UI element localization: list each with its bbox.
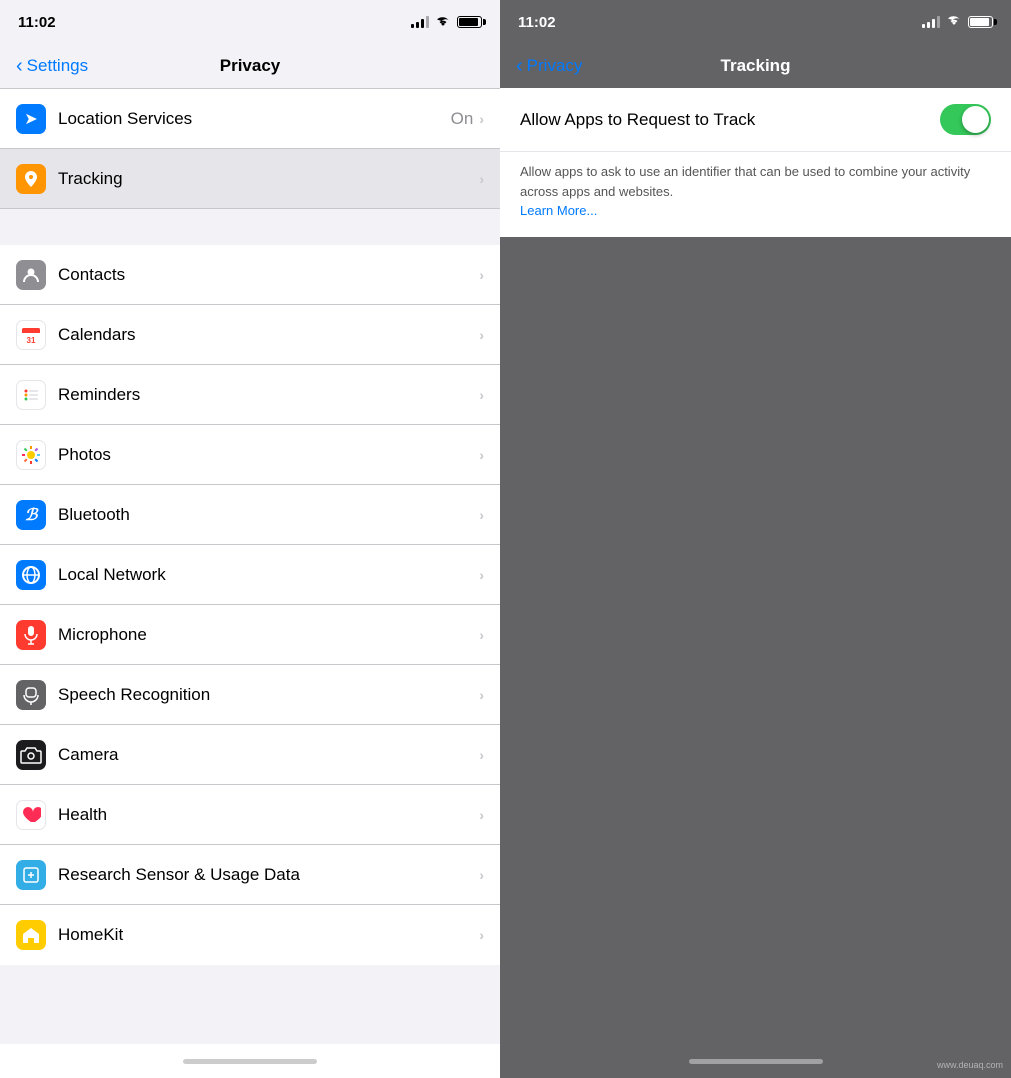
health-chevron: › (479, 807, 484, 823)
research-sensor-icon (16, 860, 46, 890)
right-signal-icon (922, 16, 940, 28)
health-icon (16, 800, 46, 830)
location-services-value: On (451, 109, 474, 129)
right-home-indicator (689, 1059, 823, 1064)
tracking-icon (16, 164, 46, 194)
bluetooth-icon: ℬ (16, 500, 46, 530)
contacts-label: Contacts (58, 265, 479, 285)
row-health[interactable]: Health › (0, 785, 500, 845)
settings-list[interactable]: ➤ Location Services On › Tracking › Cont… (0, 89, 500, 1044)
left-home-indicator-bar (0, 1044, 500, 1078)
learn-more-link[interactable]: Learn More... (520, 203, 597, 218)
right-panel: 11:02 ‹ Privacy Tracking Allow Apps t (500, 0, 1011, 1078)
right-nav-title: Tracking (721, 56, 791, 76)
left-home-indicator (183, 1059, 317, 1064)
svg-text:31: 31 (27, 336, 36, 345)
photos-label: Photos (58, 445, 479, 465)
row-local-network[interactable]: Local Network › (0, 545, 500, 605)
reminders-label: Reminders (58, 385, 479, 405)
wifi-icon (435, 15, 451, 30)
location-services-icon: ➤ (16, 104, 46, 134)
bluetooth-chevron: › (479, 507, 484, 523)
right-back-label: Privacy (527, 56, 583, 76)
calendars-icon: 31 (16, 320, 46, 350)
reminders-icon (16, 380, 46, 410)
allow-apps-toggle[interactable] (940, 104, 991, 135)
battery-icon (457, 16, 482, 28)
left-status-bar: 11:02 (0, 0, 500, 44)
speech-recognition-label: Speech Recognition (58, 685, 479, 705)
tracking-description: Allow apps to ask to use an identifier t… (500, 151, 1011, 237)
right-back-button[interactable]: ‹ Privacy (516, 56, 582, 76)
left-back-button[interactable]: ‹ Settings (16, 56, 88, 76)
right-home-indicator-bar (500, 1044, 1011, 1078)
section-gap-1 (0, 209, 500, 245)
photos-icon (16, 440, 46, 470)
right-wifi-icon (946, 13, 962, 31)
right-status-icons (922, 13, 993, 31)
microphone-chevron: › (479, 627, 484, 643)
camera-label: Camera (58, 745, 479, 765)
row-photos[interactable]: Photos › (0, 425, 500, 485)
tracking-card: Allow Apps to Request to Track Allow app… (500, 88, 1011, 237)
row-microphone[interactable]: Microphone › (0, 605, 500, 665)
contacts-icon (16, 260, 46, 290)
row-location-services[interactable]: ➤ Location Services On › (0, 89, 500, 149)
tracking-desc-text: Allow apps to ask to use an identifier t… (520, 164, 970, 199)
row-tracking[interactable]: Tracking › (0, 149, 500, 209)
speech-recognition-chevron: › (479, 687, 484, 703)
tracking-label: Tracking (58, 169, 479, 189)
allow-apps-label: Allow Apps to Request to Track (520, 110, 940, 130)
bluetooth-label: Bluetooth (58, 505, 479, 525)
left-nav-title: Privacy (220, 56, 281, 76)
location-services-chevron: › (479, 111, 484, 127)
homekit-icon (16, 920, 46, 950)
photos-chevron: › (479, 447, 484, 463)
research-sensor-chevron: › (479, 867, 484, 883)
local-network-label: Local Network (58, 565, 479, 585)
camera-chevron: › (479, 747, 484, 763)
back-chevron-icon: ‹ (16, 56, 23, 76)
right-nav-bar: ‹ Privacy Tracking (500, 44, 1011, 88)
row-bluetooth[interactable]: ℬ Bluetooth › (0, 485, 500, 545)
reminders-chevron: › (479, 387, 484, 403)
microphone-label: Microphone (58, 625, 479, 645)
camera-icon (16, 740, 46, 770)
tracking-chevron: › (479, 171, 484, 187)
right-body (500, 237, 1011, 1045)
calendars-label: Calendars (58, 325, 479, 345)
local-network-icon (16, 560, 46, 590)
right-battery-icon (968, 16, 993, 28)
left-nav-bar: ‹ Settings Privacy (0, 44, 500, 88)
research-sensor-label: Research Sensor & Usage Data (58, 865, 479, 885)
watermark: www.deuaq.com (937, 1060, 1003, 1070)
speech-recognition-icon (16, 680, 46, 710)
row-calendars[interactable]: 31 Calendars › (0, 305, 500, 365)
toggle-thumb (962, 106, 989, 133)
row-research-sensor[interactable]: Research Sensor & Usage Data › (0, 845, 500, 905)
homekit-label: HomeKit (58, 925, 479, 945)
row-speech-recognition[interactable]: Speech Recognition › (0, 665, 500, 725)
homekit-chevron: › (479, 927, 484, 943)
row-camera[interactable]: Camera › (0, 725, 500, 785)
row-homekit[interactable]: HomeKit › (0, 905, 500, 965)
back-label: Settings (27, 56, 88, 76)
tracking-toggle-row: Allow Apps to Request to Track (500, 88, 1011, 151)
row-contacts[interactable]: Contacts › (0, 245, 500, 305)
right-back-chevron-icon: ‹ (516, 56, 523, 76)
local-network-chevron: › (479, 567, 484, 583)
left-status-icons (411, 15, 482, 30)
row-reminders[interactable]: Reminders › (0, 365, 500, 425)
right-status-time: 11:02 (518, 14, 556, 31)
signal-icon (411, 16, 429, 28)
right-status-bar: 11:02 (500, 0, 1011, 44)
left-status-time: 11:02 (18, 14, 56, 31)
microphone-icon (16, 620, 46, 650)
location-services-label: Location Services (58, 109, 451, 129)
left-panel: 11:02 ‹ Settings Privacy ➤ Location Serv… (0, 0, 500, 1078)
contacts-chevron: › (479, 267, 484, 283)
calendars-chevron: › (479, 327, 484, 343)
health-label: Health (58, 805, 479, 825)
